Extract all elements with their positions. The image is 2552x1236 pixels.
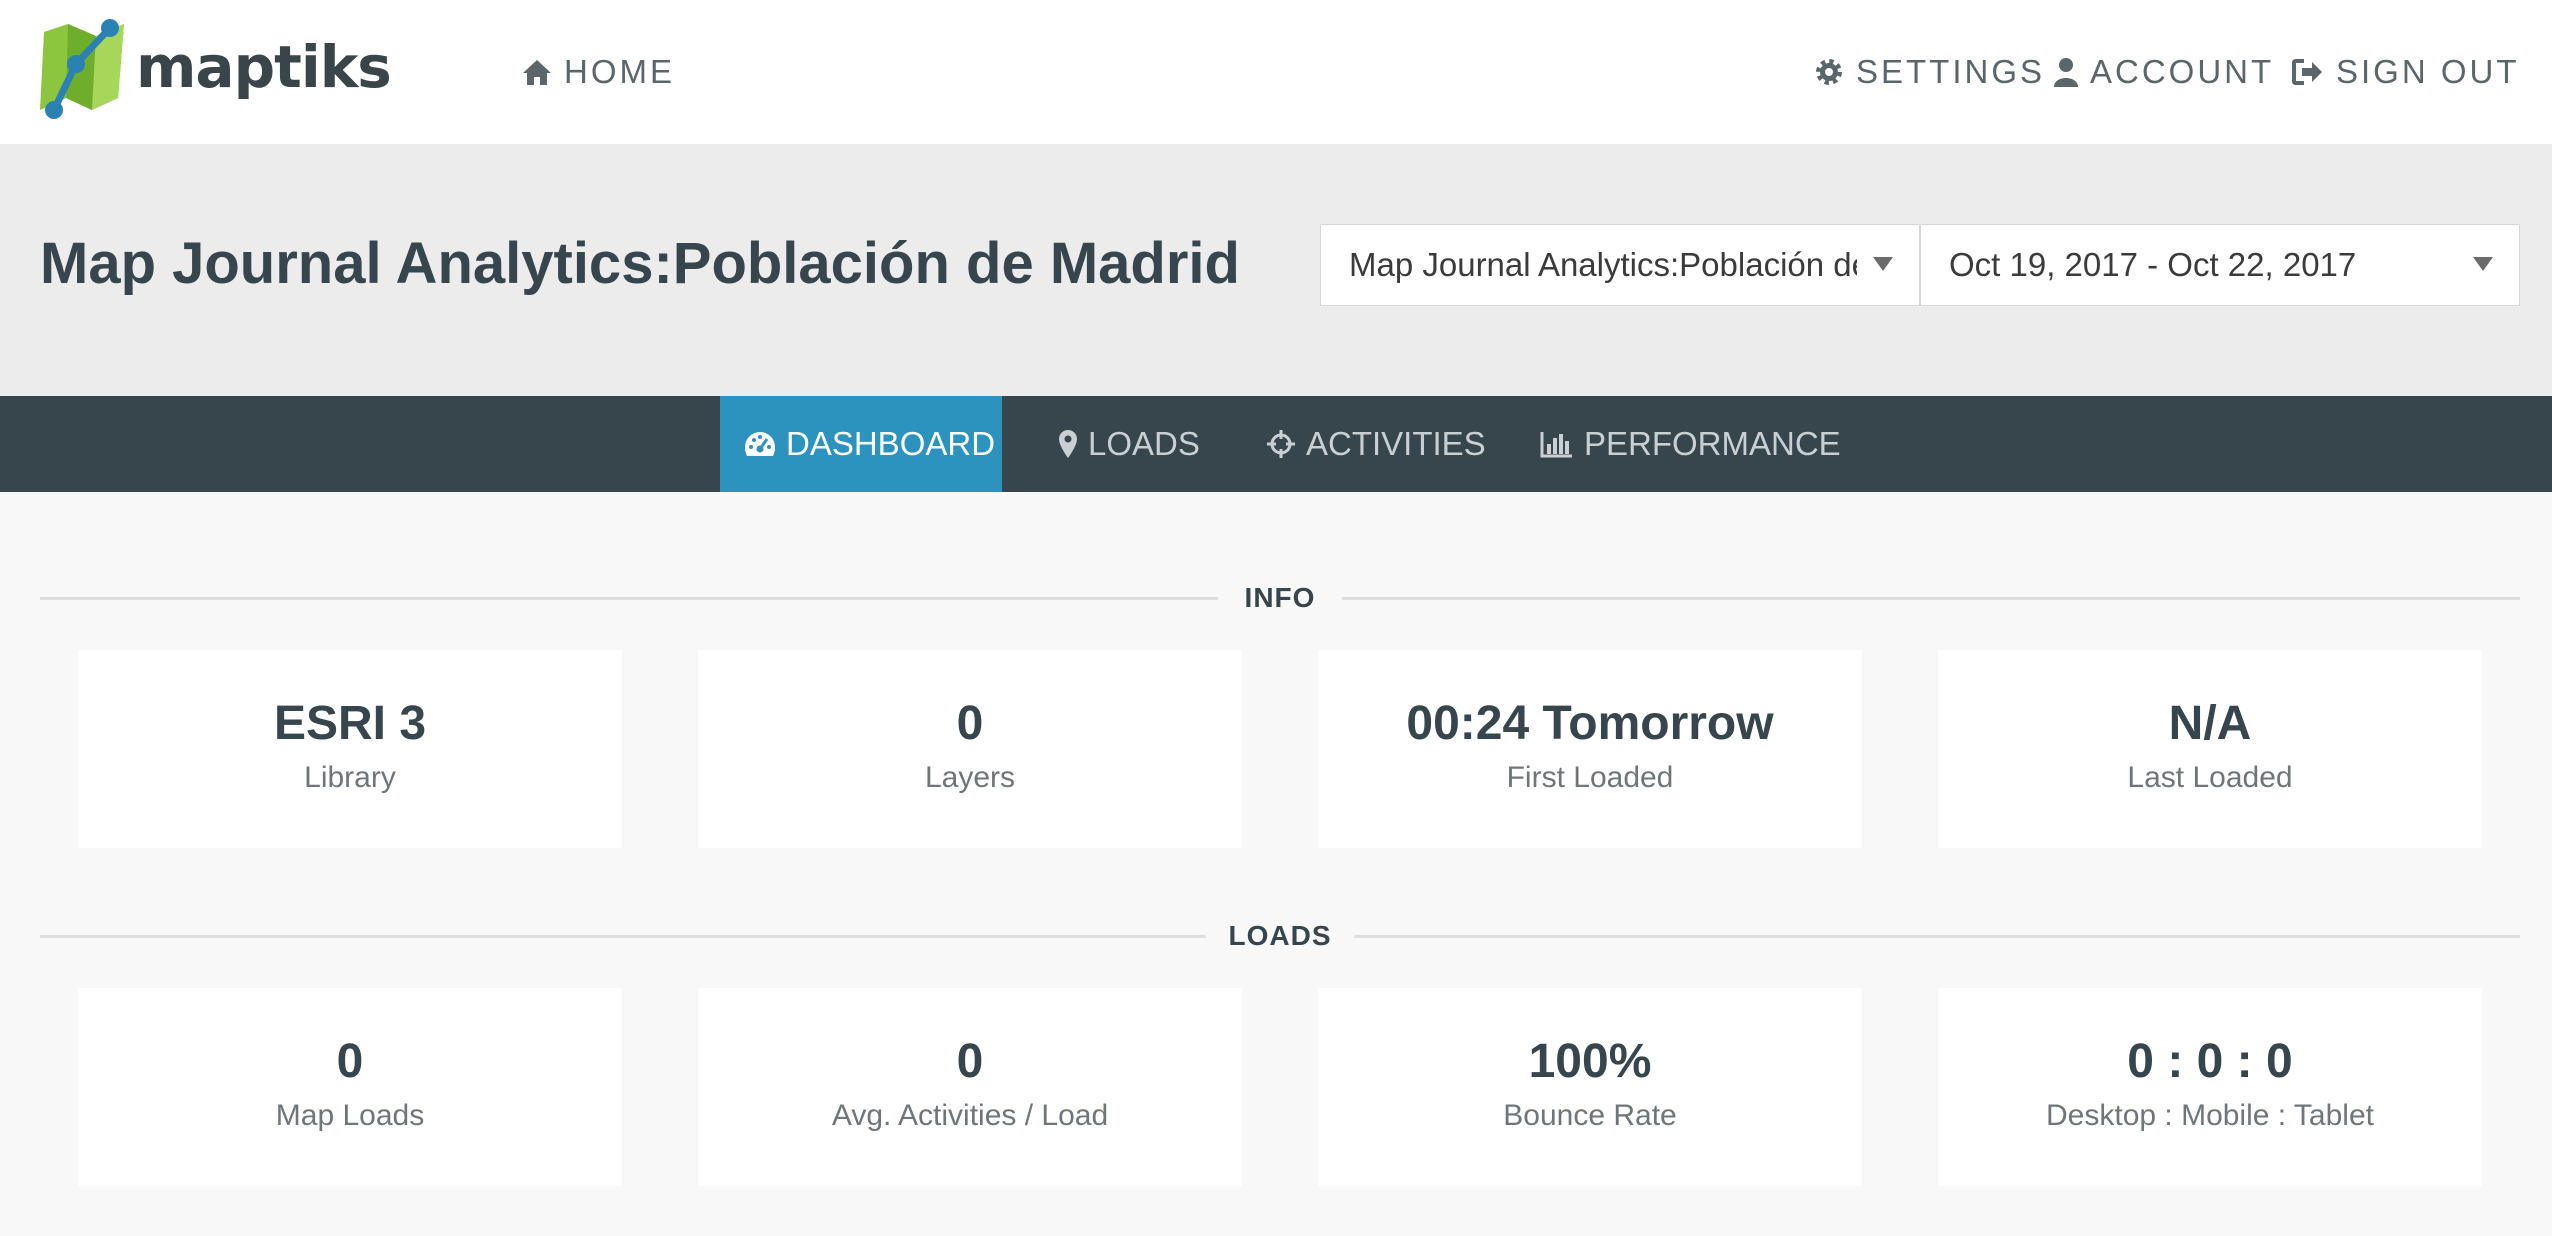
- page-title: Map Journal Analytics:Población de Madri…: [40, 231, 1240, 296]
- nav-home-label: HOME: [564, 53, 675, 90]
- info-card-first-loaded: 00:24 Tomorrow First Loaded: [1318, 650, 1862, 848]
- card-label: Last Loaded: [2127, 761, 2293, 794]
- maptiks-logo[interactable]: maptiks: [38, 18, 392, 122]
- tab-performance[interactable]: PERFORMANCE: [1540, 396, 1841, 492]
- chevron-down-icon: [1873, 257, 1893, 271]
- tab-loads-label: LOADS: [1088, 425, 1200, 462]
- card-value: 100%: [1528, 1035, 1652, 1088]
- card-label: Layers: [924, 761, 1016, 794]
- nav-settings-label: SETTINGS: [1856, 53, 2046, 90]
- gear-icon: [1814, 57, 1844, 87]
- tab-dashboard-label: DASHBOARD: [786, 425, 996, 462]
- card-label: Avg. Activities / Load: [831, 1099, 1109, 1132]
- card-label: Map Loads: [275, 1099, 425, 1132]
- info-card-library: ESRI 3 Library: [78, 650, 622, 848]
- nav-sign-out-label: SIGN OUT: [2336, 53, 2520, 90]
- loads-card-avg-activities: 0 Avg. Activities / Load: [698, 988, 1242, 1186]
- date-range-value: Oct 19, 2017 - Oct 22, 2017: [1949, 246, 2357, 283]
- tab-loads[interactable]: LOADS: [1058, 396, 1200, 492]
- tab-dashboard[interactable]: DASHBOARD: [720, 396, 1002, 492]
- section-divider-loads: LOADS: [40, 916, 2520, 956]
- card-value: 0 : 0 : 0: [2127, 1035, 2293, 1088]
- bar-chart-icon: [1540, 430, 1574, 458]
- tab-performance-label: PERFORMANCE: [1584, 425, 1841, 462]
- tab-activities[interactable]: ACTIVITIES: [1266, 396, 1486, 492]
- map-logo-icon: [40, 19, 124, 119]
- dashboard-icon: [744, 430, 776, 458]
- nav-account-label: ACCOUNT: [2090, 53, 2275, 90]
- card-value: N/A: [2168, 697, 2252, 750]
- section-title-loads: LOADS: [1228, 920, 1332, 951]
- nav-home[interactable]: HOME: [522, 48, 675, 96]
- info-card-last-loaded: N/A Last Loaded: [1938, 650, 2482, 848]
- card-value: 00:24 Tomorrow: [1406, 697, 1774, 750]
- section-title-info: INFO: [1244, 582, 1316, 613]
- loads-card-bounce-rate: 100% Bounce Rate: [1318, 988, 1862, 1186]
- tab-bar: DASHBOARD LOADS ACTIVITIES PERFORMANCE: [0, 396, 2552, 492]
- map-select-value: Map Journal Analytics:Población de Madri…: [1349, 246, 1857, 283]
- card-value: 0: [336, 1035, 364, 1088]
- card-label: Bounce Rate: [1503, 1099, 1677, 1132]
- info-card-layers: 0 Layers: [698, 650, 1242, 848]
- nav-sign-out[interactable]: SIGN OUT: [2292, 48, 2520, 96]
- section-divider-info: INFO: [40, 578, 2520, 618]
- date-range-dropdown[interactable]: Oct 19, 2017 - Oct 22, 2017: [1920, 224, 2520, 306]
- sign-out-icon: [2292, 58, 2324, 86]
- page-header: Map Journal Analytics:Población de Madri…: [0, 144, 2552, 396]
- card-label: First Loaded: [1506, 761, 1674, 794]
- nav-account[interactable]: ACCOUNT: [2054, 48, 2274, 96]
- tab-activities-label: ACTIVITIES: [1306, 425, 1486, 462]
- home-icon: [522, 58, 552, 86]
- brand-name: maptiks: [136, 33, 392, 101]
- nav-settings[interactable]: SETTINGS: [1814, 48, 2045, 96]
- card-label: Library: [304, 761, 396, 794]
- loads-card-device-split: 0 : 0 : 0 Desktop : Mobile : Tablet: [1938, 988, 2482, 1186]
- top-navbar: maptiks HOME SETTINGS ACCOUNT SIGN OUT: [0, 0, 2552, 144]
- crosshairs-icon: [1266, 429, 1296, 459]
- map-marker-icon: [1058, 429, 1078, 459]
- card-value: 0: [956, 697, 984, 750]
- user-icon: [2054, 57, 2078, 87]
- map-select-dropdown[interactable]: Map Journal Analytics:Población de Madri…: [1320, 224, 1920, 306]
- card-value: 0: [956, 1035, 984, 1088]
- chevron-down-icon: [2473, 257, 2493, 271]
- loads-card-map-loads: 0 Map Loads: [78, 988, 622, 1186]
- card-label: Desktop : Mobile : Tablet: [2046, 1099, 2374, 1132]
- card-value: ESRI 3: [273, 697, 427, 750]
